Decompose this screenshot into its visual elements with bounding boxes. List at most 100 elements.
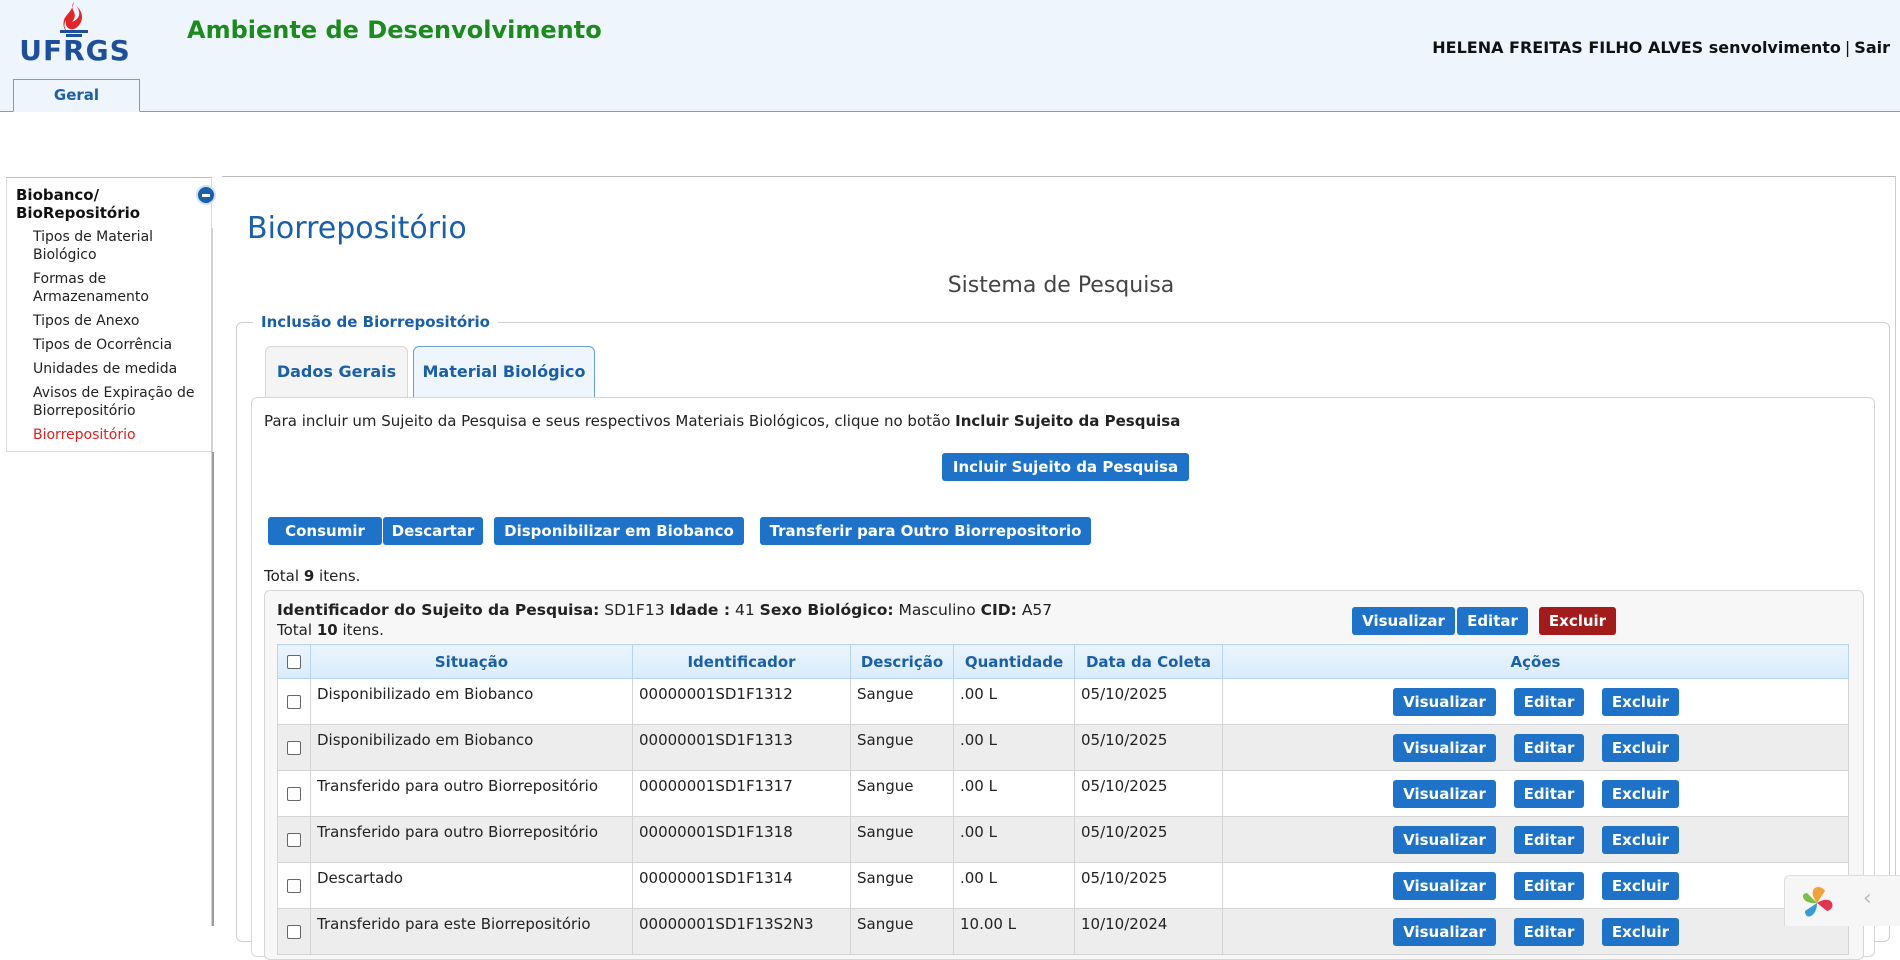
- cell-quantidade: 10.00 L: [953, 908, 1075, 955]
- sidebar-item-tipos-ocorrencia[interactable]: Tipos de Ocorrência: [33, 336, 213, 354]
- subject-info: Identificador do Sujeito da Pesquisa: SD…: [277, 601, 1052, 619]
- row-actions: Visualizar Editar Excluir: [1393, 918, 1693, 946]
- subject-id-label: Identificador do Sujeito da Pesquisa:: [277, 601, 600, 619]
- cell-data-coleta: 05/10/2025: [1074, 770, 1223, 817]
- tab-material-biologico[interactable]: Material Biológico: [413, 346, 595, 398]
- tab-dados-gerais[interactable]: Dados Gerais: [265, 346, 408, 397]
- row-visualizar-button[interactable]: Visualizar: [1393, 688, 1496, 716]
- row-visualizar-button[interactable]: Visualizar: [1393, 734, 1496, 762]
- incluir-sujeito-button[interactable]: Incluir Sujeito da Pesquisa: [942, 453, 1189, 481]
- row-visualizar-button[interactable]: Visualizar: [1393, 780, 1496, 808]
- subject-sex-label: Sexo Biológico:: [759, 601, 894, 619]
- col-identificador[interactable]: Identificador: [632, 644, 851, 679]
- sidebar-item-unidades-medida[interactable]: Unidades de medida: [33, 360, 213, 378]
- materials-table: Situação Identificador Descrição Quantid…: [277, 644, 1849, 955]
- cell-data-coleta: 05/10/2025: [1074, 724, 1223, 771]
- col-data-coleta[interactable]: Data da Coleta: [1074, 644, 1223, 679]
- row-checkbox[interactable]: [287, 879, 301, 893]
- row-visualizar-button[interactable]: Visualizar: [1393, 826, 1496, 854]
- row-excluir-button[interactable]: Excluir: [1602, 688, 1679, 716]
- app-header: UFRGS Ambiente de Desenvolvimento HELENA…: [0, 0, 1900, 112]
- cell-identificador: 00000001SD1F1314: [632, 862, 851, 909]
- descartar-button[interactable]: Descartar: [383, 517, 483, 545]
- row-checkbox[interactable]: [287, 741, 301, 755]
- sidebar-splitter[interactable]: [212, 452, 214, 926]
- chevron-left-icon[interactable]: ‹: [1863, 886, 1872, 911]
- table-header-row: Situação Identificador Descrição Quantid…: [277, 644, 1849, 679]
- cell-situacao: Disponibilizado em Biobanco: [310, 678, 633, 725]
- main-content: Biorrepositório Sistema de Pesquisa Incl…: [222, 176, 1896, 960]
- minus-circle-icon[interactable]: [196, 185, 216, 205]
- cell-quantidade: .00 L: [953, 724, 1075, 771]
- col-descricao[interactable]: Descrição: [850, 644, 954, 679]
- cell-acoes: Visualizar Editar Excluir: [1222, 908, 1849, 955]
- inclusion-fieldset: Inclusão de Biorrepositório Dados Gerais…: [236, 313, 1890, 960]
- row-excluir-button[interactable]: Excluir: [1602, 918, 1679, 946]
- total-suffix: itens.: [319, 567, 361, 585]
- disponibilizar-biobanco-button[interactable]: Disponibilizar em Biobanco: [494, 517, 744, 545]
- subject-editar-button[interactable]: Editar: [1457, 607, 1528, 635]
- sidebar-item-avisos-expiracao[interactable]: Avisos de Expiração de Biorrepositório: [33, 384, 213, 420]
- row-editar-button[interactable]: Editar: [1514, 918, 1584, 946]
- col-acoes: Ações: [1222, 644, 1849, 679]
- col-quantidade[interactable]: Quantidade: [953, 644, 1075, 679]
- environment-title: Ambiente de Desenvolvimento: [187, 16, 602, 44]
- row-excluir-button[interactable]: Excluir: [1602, 872, 1679, 900]
- row-excluir-button[interactable]: Excluir: [1602, 734, 1679, 762]
- row-actions: Visualizar Editar Excluir: [1393, 872, 1693, 900]
- cell-quantidade: .00 L: [953, 816, 1075, 863]
- select-all-checkbox[interactable]: [287, 655, 301, 669]
- consumir-button[interactable]: Consumir: [268, 517, 382, 545]
- subject-excluir-button[interactable]: Excluir: [1539, 607, 1616, 635]
- row-excluir-button[interactable]: Excluir: [1602, 780, 1679, 808]
- transferir-button[interactable]: Transferir para Outro Biorrepositorio: [760, 517, 1091, 545]
- row-checkbox[interactable]: [287, 925, 301, 939]
- row-select-cell: [277, 678, 311, 725]
- sidebar-item-formas-armazenamento[interactable]: Formas de Armazenamento: [33, 270, 213, 306]
- cell-identificador: 00000001SD1F13S2N3: [632, 908, 851, 955]
- row-select-cell: [277, 770, 311, 817]
- row-visualizar-button[interactable]: Visualizar: [1393, 872, 1496, 900]
- row-actions: Visualizar Editar Excluir: [1393, 734, 1693, 762]
- pinwheel-icon: [1802, 887, 1833, 917]
- row-actions: Visualizar Editar Excluir: [1393, 688, 1693, 716]
- row-excluir-button[interactable]: Excluir: [1602, 826, 1679, 854]
- sidebar-item-biorrepositorio[interactable]: Biorrepositório: [33, 426, 213, 444]
- material-biologico-panel: Para incluir um Sujeito da Pesquisa e se…: [251, 397, 1875, 960]
- row-editar-button[interactable]: Editar: [1514, 688, 1584, 716]
- logout-link[interactable]: Sair: [1854, 38, 1890, 57]
- sidebar-item-tipos-anexo[interactable]: Tipos de Anexo: [33, 312, 213, 330]
- sidebar-item-tipos-material[interactable]: Tipos de Material Biológico: [33, 228, 213, 264]
- cell-situacao: Descartado: [310, 862, 633, 909]
- cell-situacao: Disponibilizado em Biobanco: [310, 724, 633, 771]
- row-checkbox[interactable]: [287, 695, 301, 709]
- instructions-text: Para incluir um Sujeito da Pesquisa e se…: [264, 412, 1180, 430]
- row-editar-button[interactable]: Editar: [1514, 780, 1584, 808]
- subject-visualizar-button[interactable]: Visualizar: [1352, 607, 1455, 635]
- cell-acoes: Visualizar Editar Excluir: [1222, 770, 1849, 817]
- subject-total-suffix: itens.: [342, 621, 384, 639]
- floating-widget[interactable]: ‹: [1784, 875, 1900, 926]
- tab-geral[interactable]: Geral: [13, 79, 140, 112]
- ufrgs-logo[interactable]: UFRGS: [16, 0, 134, 68]
- cell-quantidade: .00 L: [953, 678, 1075, 725]
- cell-acoes: Visualizar Editar Excluir: [1222, 816, 1849, 863]
- col-situacao[interactable]: Situação: [310, 644, 633, 679]
- cell-identificador: 00000001SD1F1318: [632, 816, 851, 863]
- subject-age-value: 41: [734, 601, 755, 619]
- select-all-cell: [277, 644, 311, 679]
- subject-sex-value: Masculino: [898, 601, 976, 619]
- subject-total-count: 10: [316, 621, 338, 639]
- subject-panel: Identificador do Sujeito da Pesquisa: SD…: [264, 590, 1864, 960]
- row-editar-button[interactable]: Editar: [1514, 734, 1584, 762]
- cell-descricao: Sangue: [850, 724, 954, 771]
- row-checkbox[interactable]: [287, 833, 301, 847]
- cell-acoes: Visualizar Editar Excluir: [1222, 678, 1849, 725]
- table-row: Disponibilizado em Biobanco 00000001SD1F…: [277, 724, 1849, 771]
- table-row: Transferido para outro Biorrepositório 0…: [277, 816, 1849, 863]
- row-checkbox[interactable]: [287, 787, 301, 801]
- row-editar-button[interactable]: Editar: [1514, 872, 1584, 900]
- row-visualizar-button[interactable]: Visualizar: [1393, 918, 1496, 946]
- cell-descricao: Sangue: [850, 770, 954, 817]
- row-editar-button[interactable]: Editar: [1514, 826, 1584, 854]
